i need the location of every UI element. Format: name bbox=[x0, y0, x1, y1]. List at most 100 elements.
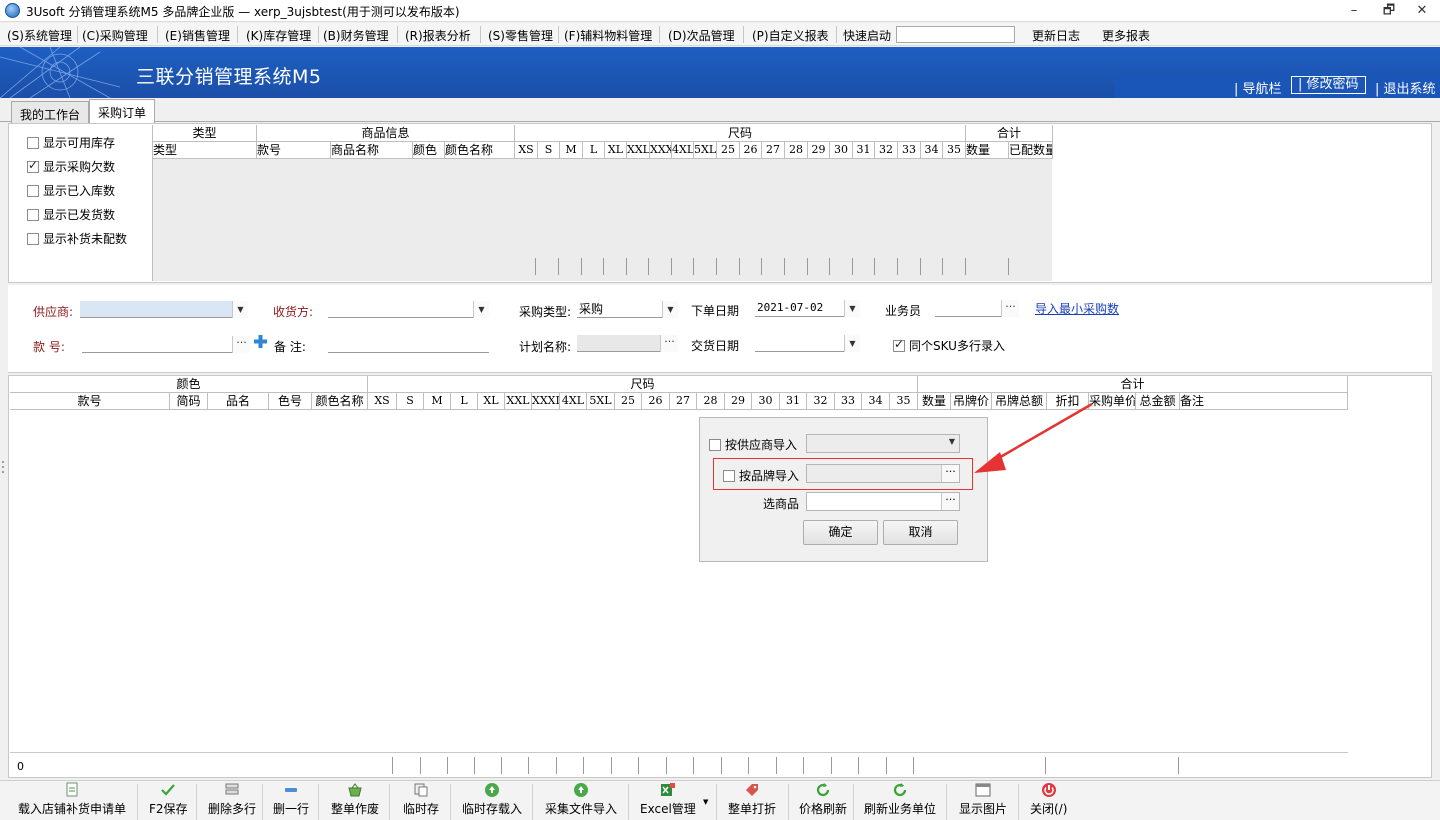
grid2-col-header[interactable]: 简码 bbox=[170, 393, 208, 410]
grid1-col-header[interactable]: 31 bbox=[853, 142, 875, 159]
grid2-col-header[interactable]: 28 bbox=[697, 393, 725, 410]
grid2-col-header[interactable]: 25 bbox=[615, 393, 642, 410]
supplier-import-select[interactable]: ▼ bbox=[806, 434, 960, 453]
restore-button[interactable]: 🗗 bbox=[1377, 2, 1401, 20]
grid1-col-header[interactable]: 34 bbox=[921, 142, 943, 159]
checkbox-icon[interactable] bbox=[27, 137, 39, 149]
cancel-button[interactable]: 取消 bbox=[883, 520, 958, 545]
grid2-col-header[interactable]: L bbox=[451, 393, 478, 410]
grid1-col-header[interactable]: 已配数量 bbox=[1009, 142, 1053, 159]
ok-button[interactable]: 确定 bbox=[803, 520, 878, 545]
grid2-col-header[interactable]: 31 bbox=[780, 393, 807, 410]
tab-purchase-order[interactable]: 采购订单 bbox=[89, 99, 156, 123]
grid1-col-header[interactable]: 26 bbox=[740, 142, 762, 159]
void-order-button[interactable]: 整单作废 bbox=[331, 782, 379, 817]
excel-manage-button[interactable]: Excel管理 bbox=[640, 782, 696, 817]
grid2-col-header[interactable]: 35 bbox=[890, 393, 918, 410]
temp-load-button[interactable]: 临时存载入 bbox=[462, 782, 522, 817]
grid2-col-header[interactable]: 34 bbox=[862, 393, 890, 410]
splitter-grip-icon[interactable] bbox=[1, 460, 5, 474]
chevron-down-icon[interactable]: ▼ bbox=[473, 301, 489, 318]
checkbox-icon[interactable] bbox=[709, 439, 721, 451]
minimize-button[interactable]: – bbox=[1342, 2, 1366, 20]
grid2-col-header[interactable]: 29 bbox=[725, 393, 752, 410]
grid2-col-header[interactable]: 33 bbox=[835, 393, 862, 410]
grid1-col-header[interactable]: 4XL bbox=[672, 142, 694, 159]
grid1-col-header[interactable]: 33 bbox=[898, 142, 921, 159]
grid2-col-header[interactable]: 总金额 bbox=[1136, 393, 1180, 410]
checkbox-icon[interactable] bbox=[27, 233, 39, 245]
chevron-down-icon[interactable]: ▼ bbox=[232, 301, 248, 318]
option-purchase-owed[interactable]: 显示采购欠数 bbox=[27, 158, 115, 175]
change-password-link[interactable]: | 修改密码 bbox=[1291, 76, 1366, 94]
option-received-qty[interactable]: 显示已入库数 bbox=[27, 182, 115, 199]
grid2-col-header[interactable]: 30 bbox=[752, 393, 780, 410]
nav-toggle-link[interactable]: | 导航栏 bbox=[1234, 78, 1282, 97]
grid1-col-header[interactable]: S bbox=[538, 142, 560, 159]
ellipsis-icon[interactable]: ··· bbox=[660, 335, 678, 352]
add-icon[interactable] bbox=[254, 335, 267, 348]
grid2-col-header[interactable]: XXXL bbox=[532, 393, 560, 410]
grid1-col-header[interactable]: 29 bbox=[808, 142, 830, 159]
receiver-select[interactable] bbox=[328, 301, 489, 318]
menu-sales[interactable]: (E)销售管理 bbox=[165, 27, 230, 44]
chevron-down-icon[interactable]: ▼ bbox=[844, 300, 860, 317]
select-product-input[interactable]: ··· bbox=[806, 492, 960, 511]
menu-reports[interactable]: (R)报表分析 bbox=[405, 27, 471, 44]
grid1-col-header[interactable]: 款号 bbox=[257, 142, 331, 159]
grid2-col-header[interactable]: 32 bbox=[807, 393, 835, 410]
grid2-col-header[interactable]: 26 bbox=[642, 393, 670, 410]
grid2-col-header[interactable]: 备注 bbox=[1180, 393, 1348, 410]
grid2-col-header[interactable]: 品名 bbox=[208, 393, 269, 410]
menu-retail[interactable]: (S)零售管理 bbox=[488, 27, 553, 44]
grid2-col-header[interactable]: 5XL bbox=[587, 393, 615, 410]
ellipsis-icon[interactable]: ··· bbox=[1001, 300, 1019, 317]
grid1-col-header[interactable]: 30 bbox=[830, 142, 853, 159]
dropdown-arrow-icon[interactable]: ▼ bbox=[703, 798, 708, 806]
tab-my-workbench[interactable]: 我的工作台 bbox=[11, 101, 90, 123]
logout-link[interactable]: | 退出系统 bbox=[1375, 78, 1436, 97]
grid1-col-header[interactable]: 商品名称 bbox=[331, 142, 413, 159]
grid1-col-header[interactable]: 颜色名称 bbox=[445, 142, 515, 159]
menu-custom-reports[interactable]: (P)自定义报表 bbox=[752, 27, 829, 44]
quick-start-input[interactable] bbox=[896, 26, 1015, 43]
grid2-col-header[interactable]: XL bbox=[478, 393, 505, 410]
grid1-col-header[interactable]: 5XL bbox=[694, 142, 717, 159]
save-button[interactable]: F2保存 bbox=[149, 782, 188, 817]
chevron-down-icon[interactable]: ▼ bbox=[662, 301, 678, 318]
grid1-col-header[interactable]: XXL bbox=[627, 142, 650, 159]
grid1-col-header[interactable]: 颜色 bbox=[413, 142, 445, 159]
grid2-col-header[interactable]: 4XL bbox=[560, 393, 587, 410]
checkbox-icon[interactable] bbox=[27, 209, 39, 221]
grid2-col-header[interactable]: 款号 bbox=[10, 393, 170, 410]
import-by-supplier-option[interactable]: 按供应商导入 bbox=[709, 436, 797, 453]
grid2-col-header[interactable]: XXL bbox=[505, 393, 532, 410]
menu-more-reports[interactable]: 更多报表 bbox=[1102, 27, 1150, 44]
ellipsis-icon[interactable]: ··· bbox=[941, 493, 959, 510]
grid1-col-header[interactable]: XXX bbox=[650, 142, 672, 159]
grid2-col-header[interactable]: M bbox=[424, 393, 451, 410]
refresh-business-unit-button[interactable]: 刷新业务单位 bbox=[864, 782, 936, 817]
remark-input[interactable] bbox=[328, 336, 489, 353]
grid1-col-header[interactable]: 27 bbox=[762, 142, 785, 159]
grid1-col-header[interactable]: XL bbox=[605, 142, 627, 159]
close-button[interactable]: 关闭(/) bbox=[1030, 782, 1067, 817]
load-replenish-button[interactable]: 载入店铺补货申请单 bbox=[18, 782, 126, 817]
grid1-col-header[interactable]: 数量 bbox=[966, 142, 1009, 159]
order-discount-button[interactable]: 整单打折 bbox=[728, 782, 776, 817]
style-no-input[interactable] bbox=[82, 336, 250, 353]
temp-save-button[interactable]: 临时存 bbox=[403, 782, 439, 817]
ellipsis-icon[interactable]: ··· bbox=[232, 336, 250, 353]
checkbox-checked-icon[interactable] bbox=[27, 158, 39, 173]
close-window-button[interactable]: ✕ bbox=[1410, 2, 1434, 20]
grid1-col-header[interactable]: 35 bbox=[943, 142, 966, 159]
menu-defects[interactable]: (D)次品管理 bbox=[668, 27, 735, 44]
chevron-down-icon[interactable]: ▼ bbox=[844, 335, 860, 352]
option-available-stock[interactable]: 显示可用库存 bbox=[27, 134, 115, 151]
menu-inventory[interactable]: (K)库存管理 bbox=[246, 27, 311, 44]
menu-materials[interactable]: (F)辅料物料管理 bbox=[564, 27, 652, 44]
menu-changelog[interactable]: 更新日志 bbox=[1032, 27, 1080, 44]
checkbox-icon[interactable] bbox=[27, 185, 39, 197]
grid2-col-header[interactable]: S bbox=[397, 393, 424, 410]
grid2-col-header[interactable]: 颜色名称 bbox=[312, 393, 368, 410]
